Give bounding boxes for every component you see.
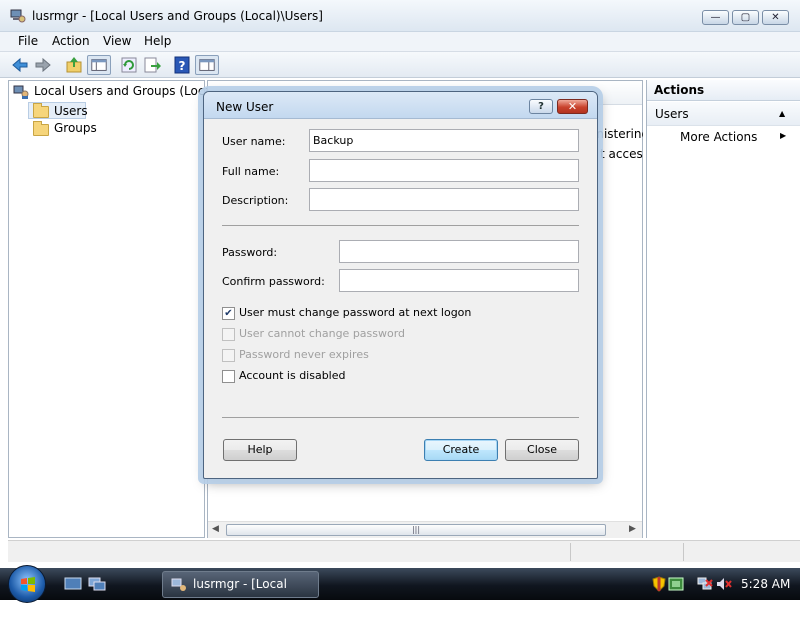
actions-section-label: Users [655, 107, 689, 121]
switch-windows-icon[interactable] [88, 577, 106, 591]
maximize-button[interactable]: ▢ [732, 10, 759, 25]
toolbar: ? [0, 52, 800, 78]
description-label: Description: [222, 194, 289, 207]
menu-action[interactable]: Action [52, 32, 90, 50]
list-description-fragment: inistering [593, 127, 643, 141]
checkbox-label: User cannot change password [239, 327, 406, 340]
close-button[interactable]: Close [505, 439, 579, 461]
show-desktop-icon[interactable] [64, 577, 82, 591]
collapse-arrow-icon[interactable]: ▲ [779, 102, 785, 126]
username-label: User name: [222, 135, 286, 148]
console-tree: Local Users and Groups (Local) Users Gro… [8, 80, 220, 538]
clock[interactable]: 5:28 AM [741, 577, 790, 591]
tree-root-label[interactable]: Local Users and Groups (Local) [34, 84, 220, 98]
confirm-password-label: Confirm password: [222, 275, 325, 288]
horizontal-scrollbar[interactable]: ◀ ||| ▶ [208, 521, 642, 538]
password-label: Password: [222, 246, 278, 259]
tree-item-users-label: Users [54, 104, 88, 118]
checkbox-label: User must change password at next logon [239, 306, 472, 319]
description-field[interactable] [309, 188, 579, 211]
menu-view[interactable]: View [103, 32, 131, 50]
password-field[interactable] [339, 240, 579, 263]
up-folder-icon[interactable] [64, 55, 84, 75]
more-actions-label: More Actions [680, 130, 758, 144]
window-title: lusrmgr - [Local Users and Groups (Local… [32, 9, 323, 23]
svg-text:?: ? [179, 59, 186, 73]
help-icon[interactable]: ? [172, 55, 192, 75]
computer-management-icon [10, 9, 26, 23]
status-divider [683, 543, 684, 561]
scroll-right-icon[interactable]: ▶ [629, 524, 636, 534]
refresh-icon[interactable] [119, 55, 139, 75]
dialog-title-bar: New User ? ✕ [204, 92, 597, 119]
window-title-bar: lusrmgr - [Local Users and Groups (Local… [0, 0, 800, 32]
show-hide-tree-icon[interactable] [87, 55, 111, 75]
show-hide-action-pane-icon[interactable] [195, 55, 219, 75]
actions-header: Actions [647, 80, 800, 101]
menu-file[interactable]: File [18, 32, 38, 50]
help-button[interactable]: Help [223, 439, 297, 461]
taskbar-button-label: lusrmgr - [Local Use... [193, 577, 287, 616]
checkbox-disabled-icon [222, 328, 235, 341]
list-description-fragment: t access t [600, 147, 643, 161]
scroll-thumb[interactable]: ||| [226, 524, 606, 536]
computer-management-icon [171, 578, 186, 591]
menu-help[interactable]: Help [144, 32, 171, 50]
status-bar [8, 540, 800, 562]
tree-item-users[interactable]: Users [28, 102, 88, 119]
create-button[interactable]: Create [424, 439, 498, 461]
dialog-help-button[interactable]: ? [529, 99, 553, 114]
tree-item-groups[interactable]: Groups [28, 120, 108, 137]
menu-bar: File Action View Help [0, 32, 800, 52]
local-users-groups-icon [13, 85, 29, 99]
network-icon[interactable] [697, 577, 713, 591]
minimize-button[interactable]: — [702, 10, 729, 25]
dialog-title: New User [216, 100, 274, 114]
checkbox-unchecked-icon[interactable] [222, 370, 235, 383]
windows-update-icon[interactable] [668, 576, 684, 592]
export-list-icon[interactable] [142, 55, 162, 75]
windows-logo-icon [21, 577, 35, 592]
taskbar: lusrmgr - [Local Use... [0, 565, 800, 616]
more-actions-item[interactable]: More Actions ▶ [647, 128, 800, 148]
checkbox-label: Password never expires [239, 348, 369, 361]
checkbox-label: Account is disabled [239, 369, 346, 382]
folder-icon [33, 121, 49, 136]
confirm-password-field[interactable] [339, 269, 579, 292]
forward-arrow-icon[interactable] [33, 55, 53, 75]
username-field[interactable] [309, 129, 579, 152]
checkbox-disabled-icon [222, 349, 235, 362]
tree-item-groups-label: Groups [54, 121, 97, 135]
fullname-field[interactable] [309, 159, 579, 182]
folder-icon [33, 103, 49, 118]
actions-pane: Actions Users ▲ More Actions ▶ [646, 80, 800, 538]
dialog-separator [222, 225, 579, 226]
dialog-close-icon[interactable]: ✕ [557, 99, 588, 114]
close-window-button[interactable]: ✕ [762, 10, 789, 25]
start-button[interactable] [8, 565, 46, 603]
submenu-arrow-icon: ▶ [780, 131, 787, 140]
dialog-separator [222, 417, 579, 418]
fullname-label: Full name: [222, 165, 280, 178]
taskbar-lusrmgr-button[interactable]: lusrmgr - [Local Use... [162, 571, 319, 616]
back-arrow-icon[interactable] [10, 55, 30, 75]
scroll-left-icon[interactable]: ◀ [212, 524, 219, 534]
status-divider [570, 543, 571, 561]
volume-muted-icon[interactable] [716, 577, 732, 591]
checkbox-checked-icon[interactable]: ✔ [222, 307, 235, 320]
actions-section-users[interactable]: Users ▲ [647, 102, 800, 126]
security-shield-icon[interactable] [652, 576, 666, 592]
new-user-dialog: New User ? ✕ User name: Full name: Descr… [203, 91, 598, 479]
